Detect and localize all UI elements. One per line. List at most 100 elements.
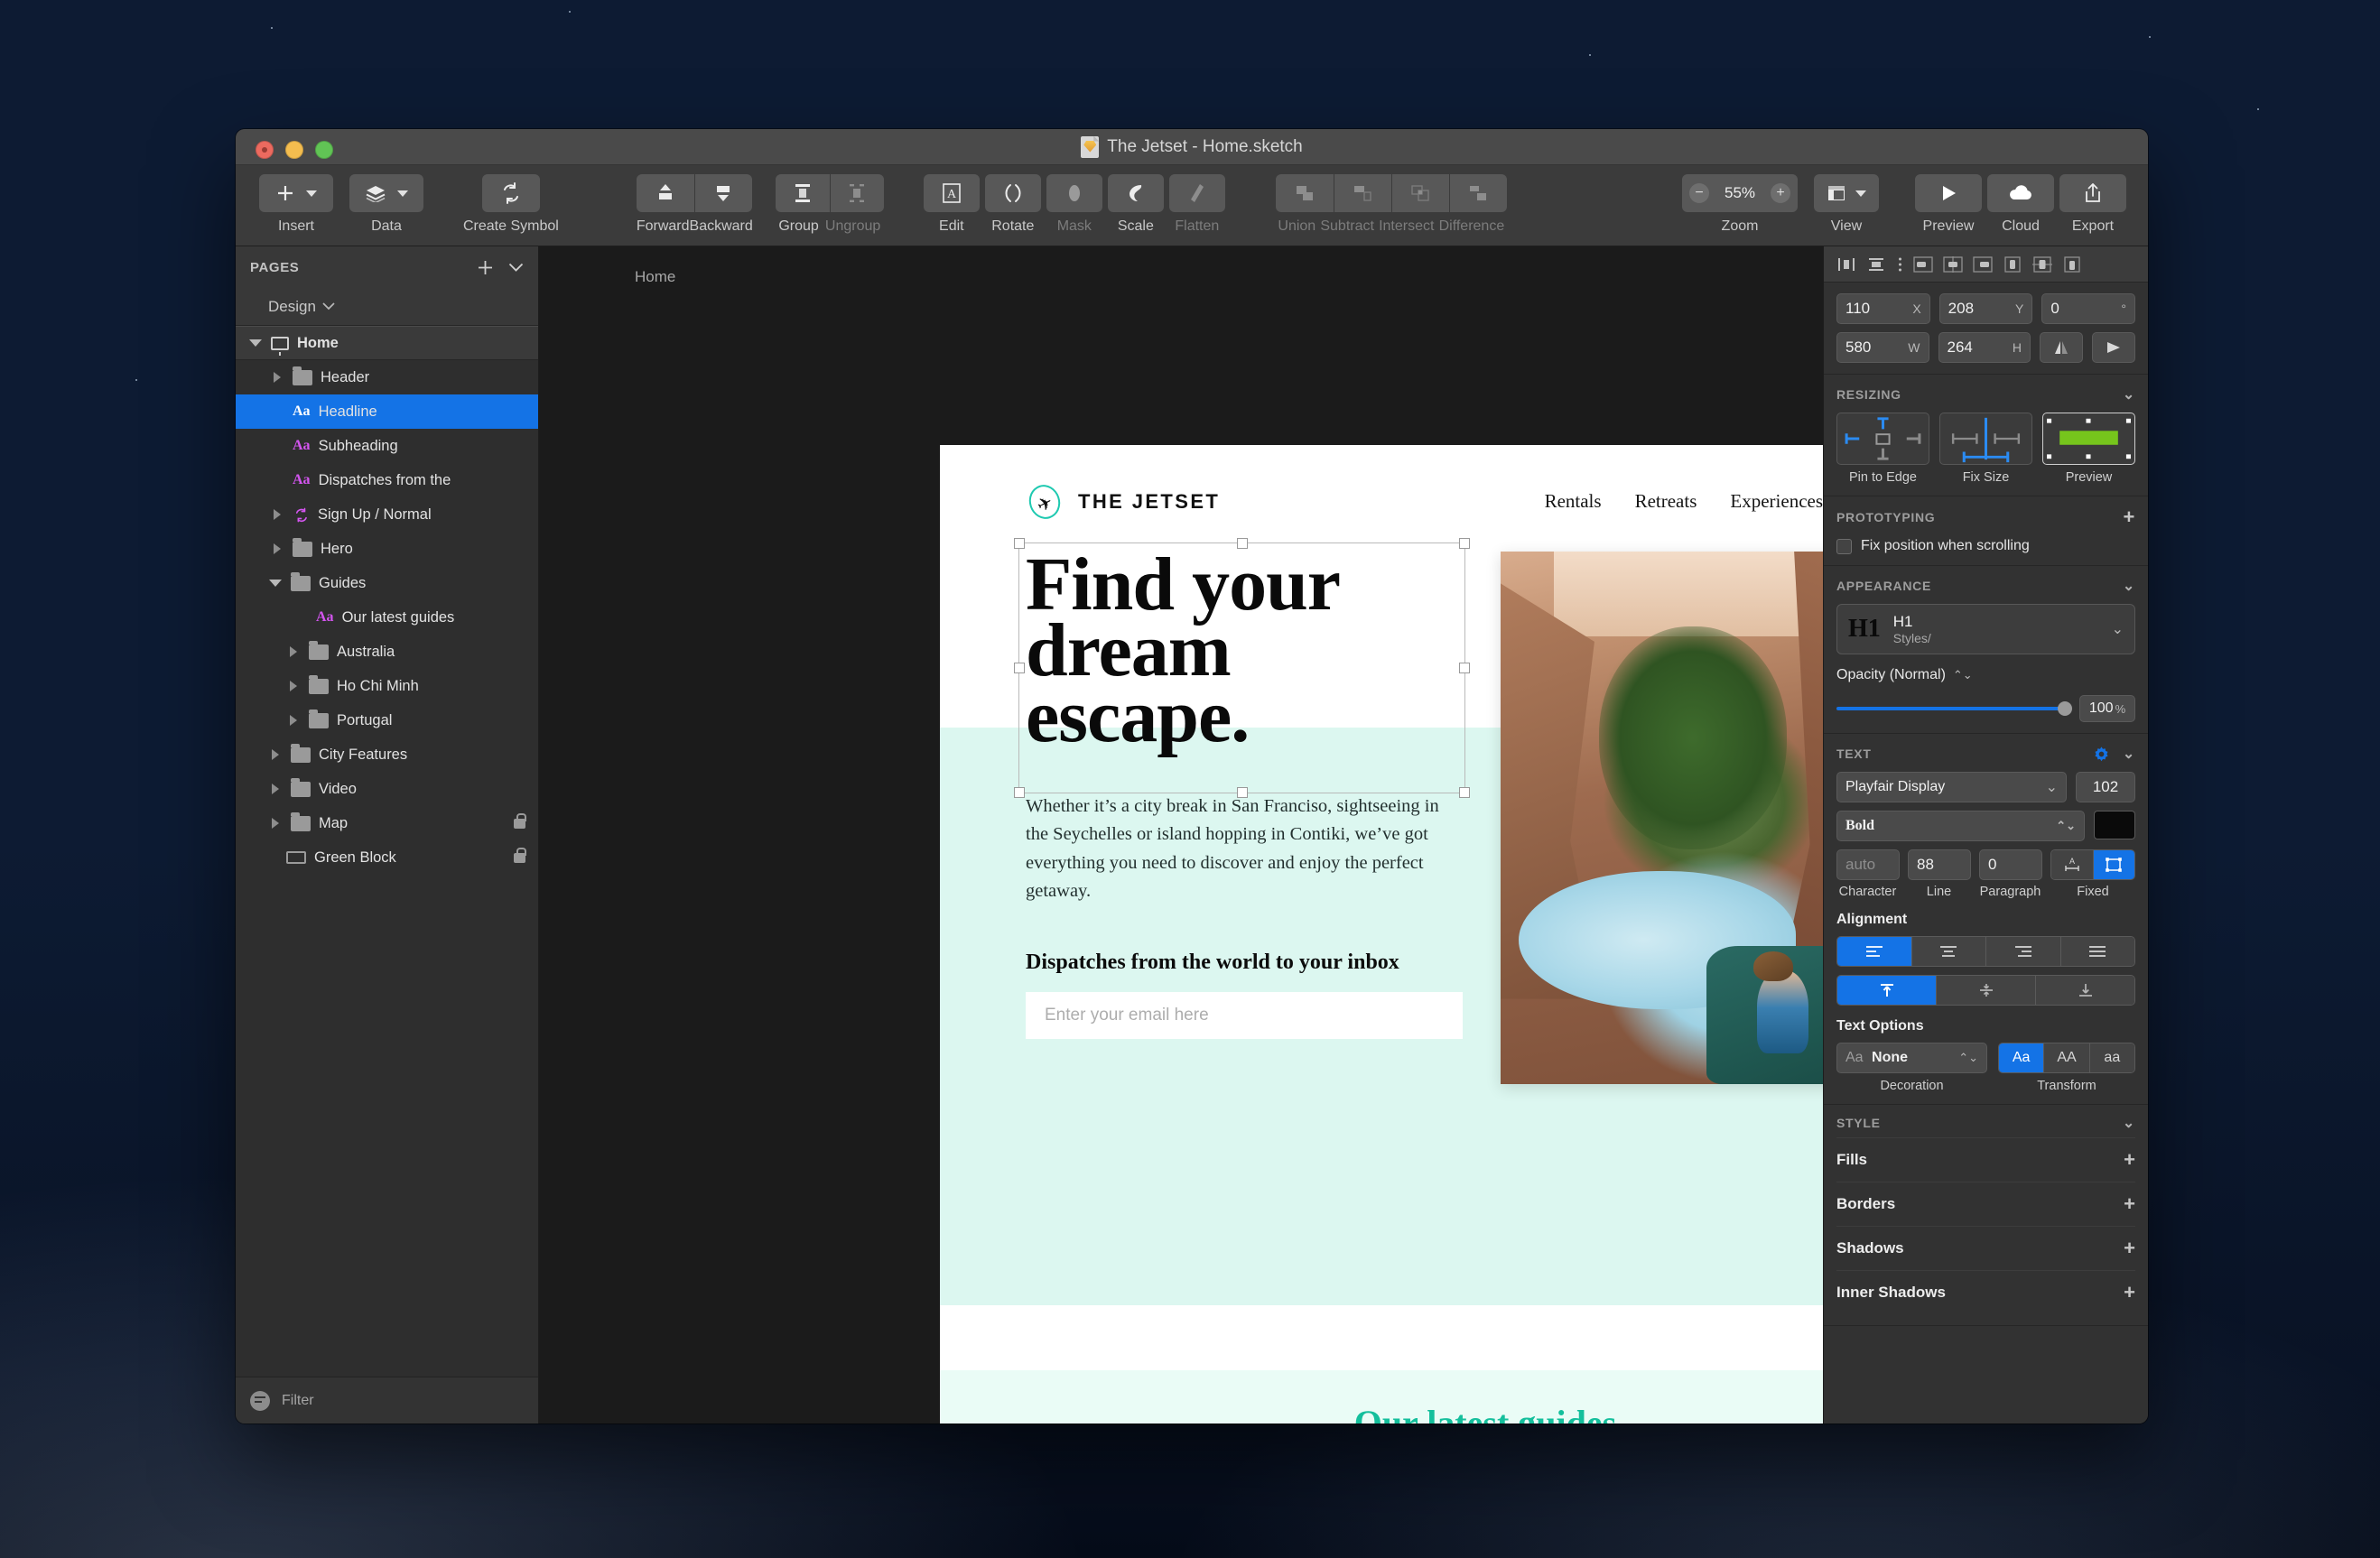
- fixed-size-button[interactable]: [2093, 850, 2134, 879]
- disclosure-triangle-icon[interactable]: [268, 784, 283, 794]
- disclosure-triangle-icon[interactable]: [286, 715, 301, 726]
- pin-to-edge-control[interactable]: Pin to Edge: [1836, 413, 1929, 485]
- nav-item-experiences[interactable]: Experiences: [1730, 490, 1823, 513]
- disclosure-triangle-icon[interactable]: [268, 749, 283, 760]
- font-weight-select[interactable]: Bold ⌃⌄: [1836, 811, 2085, 841]
- toolbar-rotate[interactable]: Rotate: [984, 165, 1041, 235]
- fix-position-checkbox[interactable]: [1836, 538, 1852, 554]
- font-family-select[interactable]: Playfair Display ⌄: [1836, 772, 2067, 802]
- layer-row-signup[interactable]: Sign Up / Normal: [236, 497, 538, 532]
- disclosure-triangle-icon[interactable]: [286, 646, 301, 657]
- layer-row-our-latest-guides[interactable]: Aa Our latest guides: [236, 600, 538, 635]
- add-fill-button[interactable]: +: [2124, 1150, 2135, 1170]
- transform-normal-button[interactable]: Aa: [1999, 1043, 2045, 1072]
- align-bottom-icon[interactable]: [2060, 254, 2084, 275]
- design-canvas[interactable]: Home ✈ THE JETSET Rentals Retreats Exper…: [539, 246, 1823, 1424]
- mask-button[interactable]: [1046, 174, 1102, 212]
- guides-section-title[interactable]: Our latest guides: [940, 1402, 1823, 1424]
- slider-knob[interactable]: [2058, 701, 2072, 716]
- lock-icon[interactable]: [514, 847, 526, 863]
- toolbar-preview[interactable]: Preview: [1915, 165, 1982, 235]
- align-text-middle-button[interactable]: [1937, 976, 2036, 1005]
- chevron-down-icon[interactable]: ⌄: [2123, 745, 2135, 763]
- insert-button[interactable]: [259, 174, 333, 212]
- chevron-down-icon[interactable]: [508, 263, 524, 273]
- text-style-selector[interactable]: H1 H1 Styles/ ⌄: [1836, 604, 2135, 654]
- backward-button[interactable]: [693, 174, 752, 212]
- paragraph-spacing-input[interactable]: 0: [1979, 849, 2042, 880]
- horizontal-alignment-group[interactable]: [1836, 936, 2135, 967]
- toolbar-view[interactable]: View: [1814, 165, 1879, 235]
- align-text-left-button[interactable]: [1837, 937, 1912, 966]
- add-border-button[interactable]: +: [2124, 1194, 2135, 1214]
- disclosure-triangle-icon[interactable]: [270, 543, 284, 554]
- disclosure-triangle-icon[interactable]: [268, 818, 283, 829]
- decoration-select[interactable]: Aa None ⌃⌄: [1836, 1043, 1987, 1073]
- distribute-vertical-icon[interactable]: [1864, 254, 1888, 275]
- height-input[interactable]: 264 H: [1938, 332, 2031, 363]
- transform-lowercase-button[interactable]: aa: [2089, 1043, 2134, 1072]
- preview-button[interactable]: [1915, 174, 1982, 212]
- toolbar-group[interactable]: Group Ungroup: [775, 165, 884, 235]
- align-left-icon[interactable]: [1911, 254, 1935, 275]
- opacity-slider[interactable]: [1836, 701, 2072, 716]
- zoom-out-button[interactable]: −: [1689, 183, 1709, 203]
- brand-lockup[interactable]: ✈ THE JETSET: [1024, 480, 1220, 523]
- lock-icon[interactable]: [514, 812, 526, 829]
- layer-row-guides[interactable]: Guides: [236, 566, 538, 600]
- toolbar-mask[interactable]: Mask: [1046, 165, 1102, 235]
- disclosure-triangle-icon[interactable]: [268, 580, 283, 587]
- fills-row[interactable]: Fills +: [1836, 1137, 2135, 1182]
- layer-row-green-block[interactable]: Green Block: [236, 840, 538, 875]
- artboard-home[interactable]: ✈ THE JETSET Rentals Retreats Experience…: [940, 445, 1823, 1424]
- chevron-down-icon[interactable]: ⌄: [2112, 620, 2124, 638]
- difference-button[interactable]: [1448, 174, 1507, 212]
- create-symbol-button[interactable]: [481, 174, 540, 212]
- layer-row-hero[interactable]: Hero: [236, 532, 538, 566]
- align-top-icon[interactable]: [2001, 254, 2024, 275]
- borders-row[interactable]: Borders +: [1836, 1182, 2135, 1226]
- layer-row-dispatches[interactable]: Aa Dispatches from the: [236, 463, 538, 497]
- view-button[interactable]: [1814, 174, 1879, 212]
- fix-size-control[interactable]: Fix Size: [1939, 413, 2032, 485]
- more-options-icon[interactable]: [1894, 254, 1905, 275]
- flip-vertical-button[interactable]: [2092, 332, 2135, 363]
- artboard-name-label[interactable]: Home: [635, 268, 675, 286]
- fix-position-checkbox-row[interactable]: Fix position when scrolling: [1836, 538, 2135, 554]
- layer-row-ho-chi-minh[interactable]: Ho Chi Minh: [236, 669, 538, 703]
- intersect-button[interactable]: [1390, 174, 1449, 212]
- toolbar-scale[interactable]: Scale: [1107, 165, 1164, 235]
- toolbar-forward[interactable]: Forward Backward: [636, 165, 753, 235]
- edit-button[interactable]: A: [923, 174, 980, 212]
- flatten-button[interactable]: [1168, 174, 1225, 212]
- toolbar-flatten[interactable]: Flatten: [1168, 165, 1225, 235]
- nav-item-rentals[interactable]: Rentals: [1545, 490, 1602, 513]
- text-color-swatch[interactable]: [2094, 811, 2135, 839]
- disclosure-triangle-icon[interactable]: [248, 339, 263, 347]
- align-center-icon[interactable]: [1941, 254, 1965, 275]
- align-text-right-button[interactable]: [1986, 937, 2061, 966]
- hero-photo[interactable]: [1501, 552, 1823, 1084]
- zoom-in-button[interactable]: +: [1771, 183, 1790, 203]
- toolbar-data[interactable]: Data: [349, 165, 423, 235]
- vertical-alignment-group[interactable]: [1836, 975, 2135, 1006]
- site-navigation[interactable]: Rentals Retreats Experiences Restaurants: [1545, 490, 1823, 513]
- character-spacing-input[interactable]: auto: [1836, 849, 1900, 880]
- current-page-selector[interactable]: Design: [236, 288, 538, 326]
- gear-icon[interactable]: [2093, 746, 2110, 763]
- align-right-icon[interactable]: [1971, 254, 1994, 275]
- rotation-input[interactable]: 0 °: [2041, 293, 2136, 324]
- disclosure-triangle-icon[interactable]: [286, 681, 301, 691]
- alignment-toolbar[interactable]: [1824, 246, 2148, 283]
- subtract-button[interactable]: [1333, 174, 1391, 212]
- subheading-text[interactable]: Whether it’s a city break in San Francis…: [1026, 793, 1443, 905]
- email-input[interactable]: Enter your email here: [1026, 991, 1463, 1039]
- layer-row-city-features[interactable]: City Features: [236, 737, 538, 772]
- align-text-center-button[interactable]: [1911, 937, 1986, 966]
- add-shadow-button[interactable]: +: [2124, 1238, 2135, 1258]
- union-button[interactable]: [1275, 174, 1334, 212]
- distribute-horizontal-icon[interactable]: [1835, 254, 1858, 275]
- layer-tree[interactable]: Home Header Aa Headline Aa Subheading Aa…: [236, 326, 538, 1377]
- x-position-input[interactable]: 110 X: [1836, 293, 1930, 324]
- layer-row-map[interactable]: Map: [236, 806, 538, 840]
